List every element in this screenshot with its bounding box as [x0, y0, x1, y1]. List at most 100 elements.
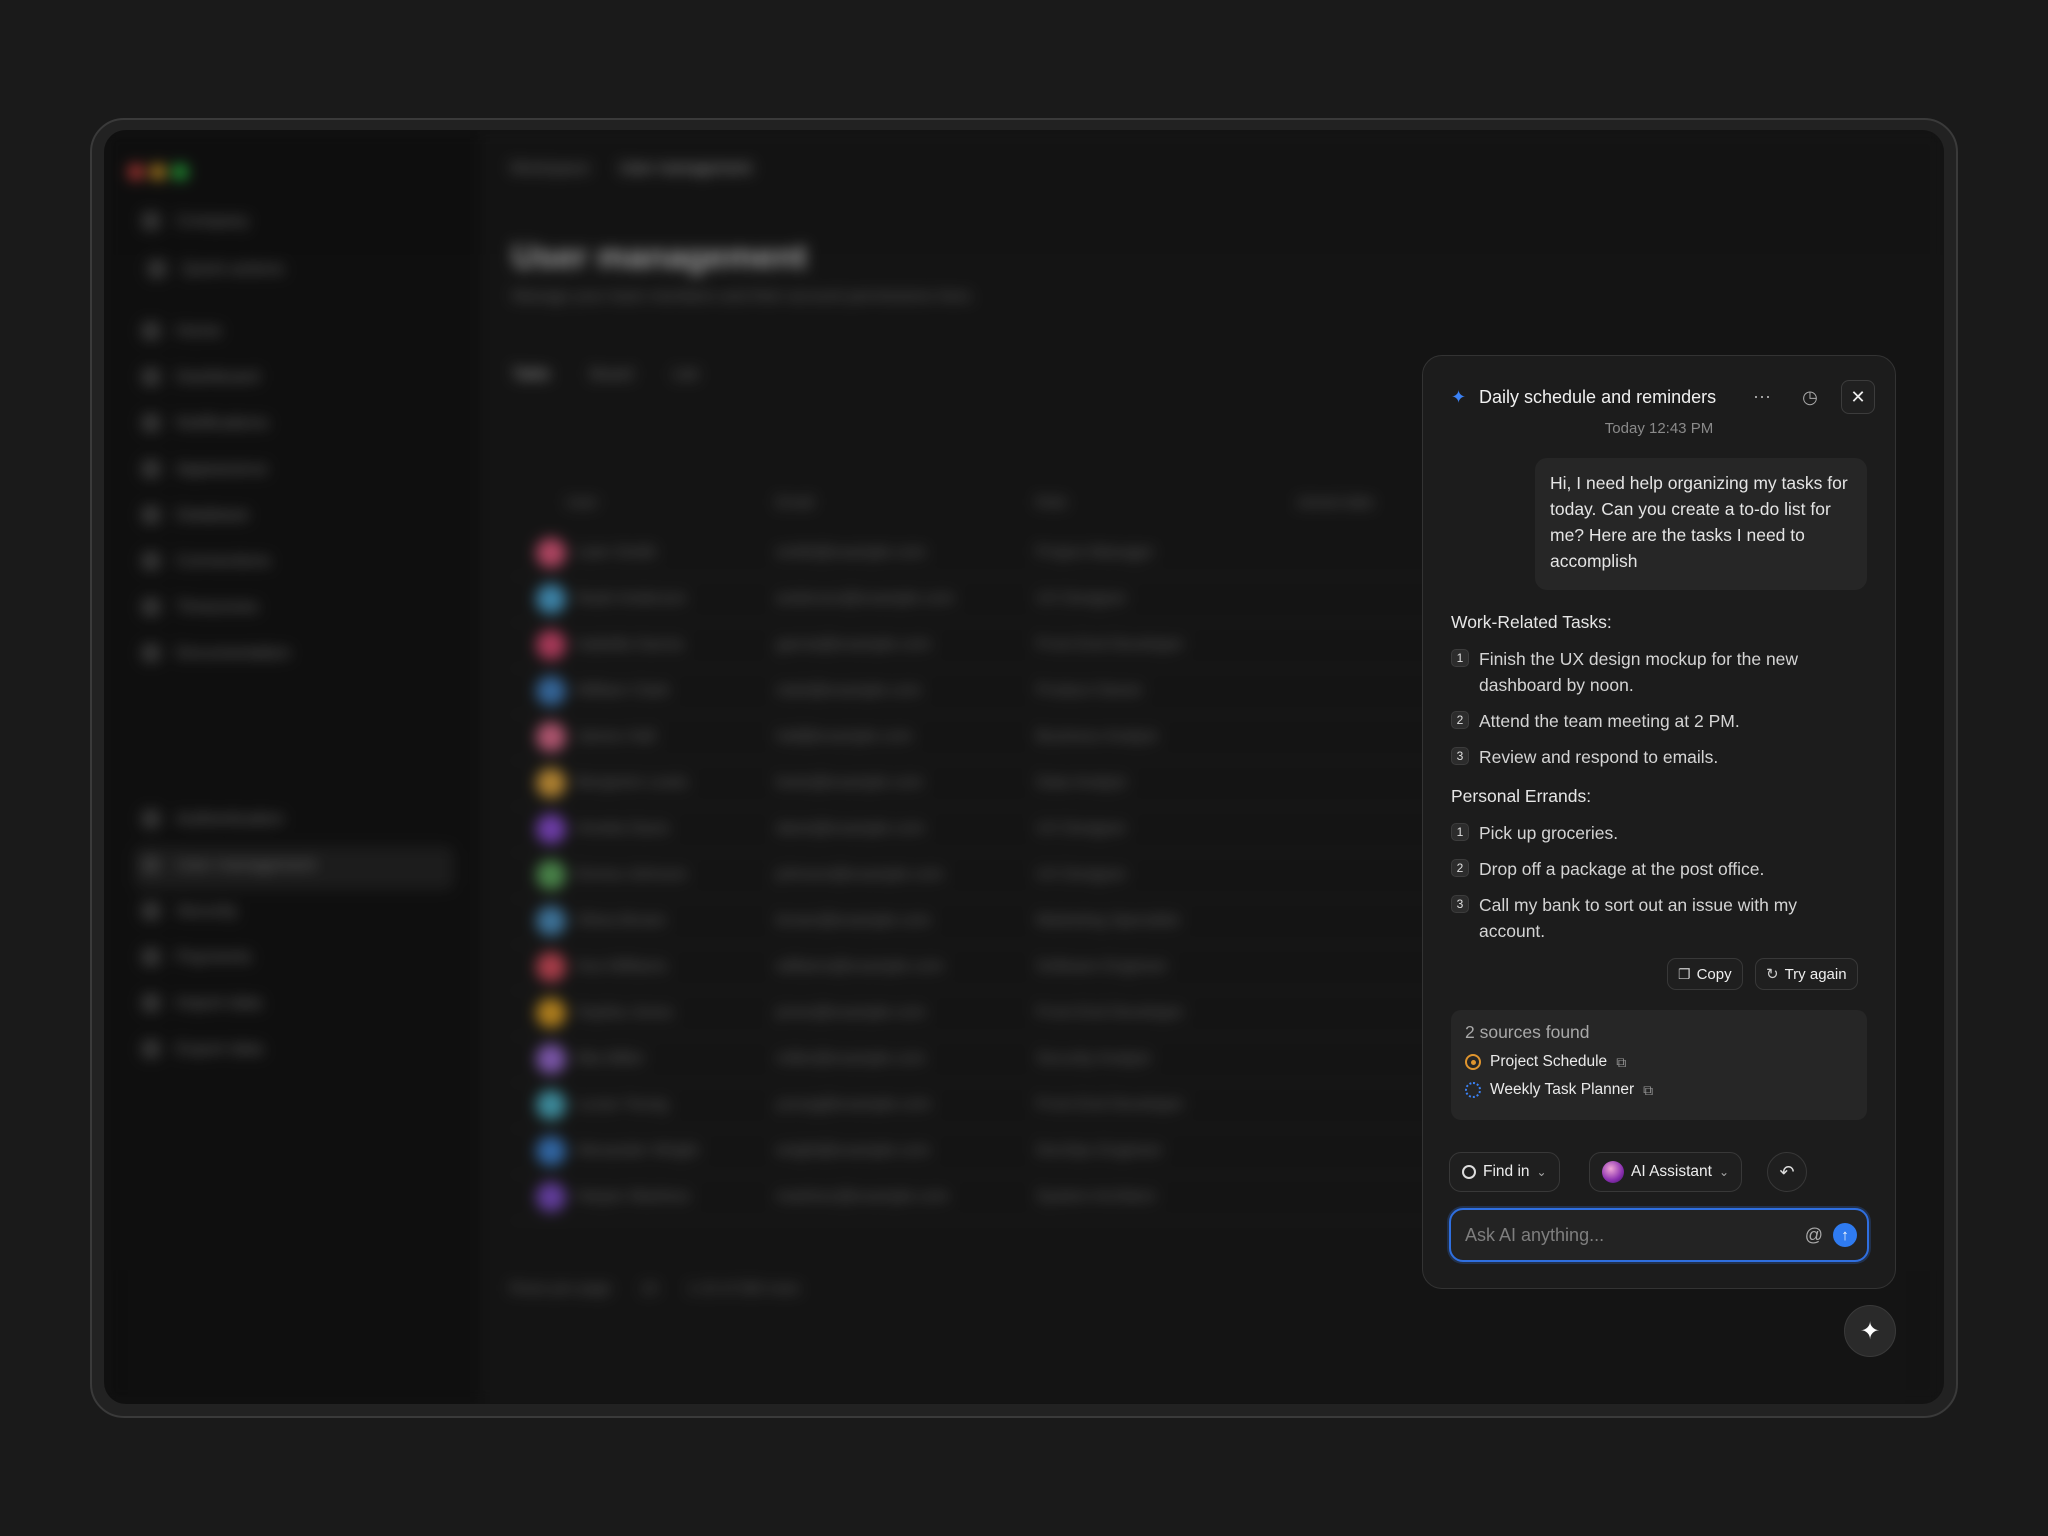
user-message-bubble: Hi, I need help organizing my tasks for … [1535, 458, 1867, 590]
sidebar-item[interactable]: Home [142, 320, 221, 342]
history-button[interactable]: ◷ [1793, 380, 1827, 414]
tab-table[interactable]: Table [512, 366, 550, 384]
table-row[interactable]: Olivia Brown brown@example.com Marketing S… [536, 906, 1296, 936]
table-row[interactable]: Benjamin Lewis lewis@example.com Data Anal… [536, 768, 1296, 798]
table-row[interactable]: Sophia Jones jones@example.com Front End D… [536, 998, 1296, 1028]
model-label: AI Assistant [1631, 1163, 1712, 1180]
breadcrumb-workspace[interactable]: Workspace [510, 160, 590, 178]
sidebar-item[interactable]: Connections [142, 550, 271, 572]
sidebar-item[interactable]: Database [142, 504, 249, 526]
column-email[interactable]: Email [776, 494, 1036, 511]
user-name: Benjamin Lewis [576, 774, 689, 791]
close-panel-button[interactable]: ✕ [1841, 380, 1875, 414]
avatar [536, 860, 566, 890]
table-row[interactable]: Mia Miller miller@example.com Security Ana… [536, 1044, 1296, 1074]
quick-actions-button[interactable]: Quick actions [148, 258, 284, 280]
user-name: James Hall [576, 728, 656, 745]
breadcrumb: Workspace User management [510, 160, 751, 178]
workspace-switcher[interactable]: Company [142, 210, 249, 232]
find-in-dropdown[interactable]: Find in ⌄ [1449, 1152, 1560, 1192]
avatar [536, 906, 566, 936]
user-role: Project Manager [1036, 544, 1154, 561]
sidebar-item-label: Payments [176, 947, 252, 966]
source-link[interactable]: Weekly Task Planner ⧉ [1465, 1081, 1853, 1099]
table-header: User Email Role Joined date [566, 494, 1416, 511]
user-email: miller@example.com [776, 1050, 926, 1067]
sidebar-item[interactable]: Payments [142, 946, 252, 968]
table-row[interactable]: Liam Smith smith@example.com Project Manag… [536, 538, 1296, 568]
sidebar-item[interactable]: Appearance [142, 458, 268, 480]
column-joined[interactable]: Joined date [1296, 494, 1416, 511]
source-link[interactable]: Project Schedule ⧉ [1465, 1053, 1853, 1071]
item-number: 1 [1451, 649, 1469, 667]
item-text: Drop off a package at the post office. [1479, 859, 1765, 879]
table-row[interactable]: Emma Johnson johnson@example.com UX Design… [536, 860, 1296, 890]
item-text: Pick up groceries. [1479, 823, 1619, 843]
table-row[interactable]: Amelia Davis davis@example.com UX Designer [536, 814, 1296, 844]
table-row[interactable]: Alexander Wright wright@example.com DevOps… [536, 1136, 1296, 1166]
user-role: Front End Developer [1036, 1004, 1184, 1021]
mention-icon[interactable]: @ [1805, 1225, 1823, 1246]
table-row[interactable]: Ava Williams williams@example.com Software… [536, 952, 1296, 982]
table-row[interactable]: Lucas Young young@example.com Front End De… [536, 1090, 1296, 1120]
model-selector-dropdown[interactable]: AI Assistant ⌄ [1589, 1152, 1743, 1192]
ask-ai-input[interactable] [1465, 1224, 1805, 1246]
sun-icon [1465, 1054, 1481, 1070]
pagination: Rows per page 15 1-15 of 300 rows [510, 1280, 799, 1297]
sidebar-item[interactable]: Dashboard [142, 366, 259, 388]
refresh-icon: ↻ [1766, 966, 1779, 983]
avatar [536, 952, 566, 982]
find-in-label: Find in [1483, 1163, 1530, 1180]
user-name: Harper Martinez [576, 1188, 691, 1205]
list-item: 3 Review and respond to emails. [1451, 744, 1861, 770]
section-heading-personal: Personal Errands: [1451, 786, 1592, 806]
table-row[interactable]: William Clark clark@example.com Product Ow… [536, 676, 1296, 706]
ai-assistant-fab[interactable]: ✦ [1844, 1305, 1896, 1357]
tab-board[interactable]: Board [590, 366, 633, 384]
column-user[interactable]: User [566, 494, 776, 511]
sidebar-item[interactable]: Timezones [142, 596, 259, 618]
nav-icon [142, 810, 160, 828]
sidebar-item[interactable]: Security [142, 900, 237, 922]
sidebar-item[interactable]: Authentication [142, 808, 284, 830]
column-role[interactable]: Role [1036, 494, 1296, 511]
ask-ai-input-container: @ ↑ [1449, 1208, 1869, 1262]
minimize-window-dot[interactable] [150, 164, 166, 180]
sidebar-item-label: Import data [176, 993, 262, 1012]
sidebar-item-label: Security [176, 901, 238, 920]
table-row[interactable]: Isabella Garcia garcia@example.com Front E… [536, 630, 1296, 660]
close-window-dot[interactable] [128, 164, 144, 180]
workspace-icon [142, 212, 160, 230]
user-name: Emma Johnson [576, 866, 688, 883]
panel-header: ✦ Daily schedule and reminders ⋯ ◷ ✕ [1451, 380, 1875, 414]
try-again-button[interactable]: ↻ Try again [1755, 958, 1858, 990]
list-item: 2 Attend the team meeting at 2 PM. [1451, 708, 1861, 734]
maximize-window-dot[interactable] [172, 164, 188, 180]
sidebar-item[interactable]: Documentation [142, 642, 290, 664]
page-subtitle: Manage your team members and their accou… [512, 288, 975, 305]
more-options-button[interactable]: ⋯ [1745, 380, 1779, 414]
sidebar-item[interactable]: Export data [142, 1038, 263, 1060]
user-name: Liam Smith [576, 544, 657, 561]
undo-button[interactable]: ↶ [1767, 1152, 1807, 1192]
item-number: 2 [1451, 859, 1469, 877]
item-text: Call my bank to sort out an issue with m… [1479, 895, 1798, 941]
sidebar-item[interactable]: Import data [142, 992, 262, 1014]
sidebar-item[interactable]: User management [142, 854, 316, 876]
page-size-select[interactable]: 15 [641, 1280, 658, 1297]
user-email: martinez@example.com [776, 1188, 949, 1205]
bolt-icon [148, 260, 166, 278]
sidebar-item[interactable]: Notifications [142, 412, 269, 434]
table-row[interactable]: Noah Anderson anderson@example.com UX Desi… [536, 584, 1296, 614]
user-role: Business Analyst [1036, 728, 1157, 745]
table-row[interactable]: James Hall hall@example.com Business Analy… [536, 722, 1296, 752]
try-again-label: Try again [1784, 965, 1847, 983]
copy-button[interactable]: ❐ Copy [1667, 958, 1743, 990]
user-role: Software Engineer [1036, 958, 1168, 975]
avatar [536, 768, 566, 798]
table-row[interactable]: Harper Martinez martinez@example.com Syste… [536, 1182, 1296, 1212]
nav-icon [142, 598, 160, 616]
tab-list[interactable]: List [673, 366, 698, 384]
send-button[interactable]: ↑ [1833, 1223, 1857, 1247]
nav-icon [142, 902, 160, 920]
